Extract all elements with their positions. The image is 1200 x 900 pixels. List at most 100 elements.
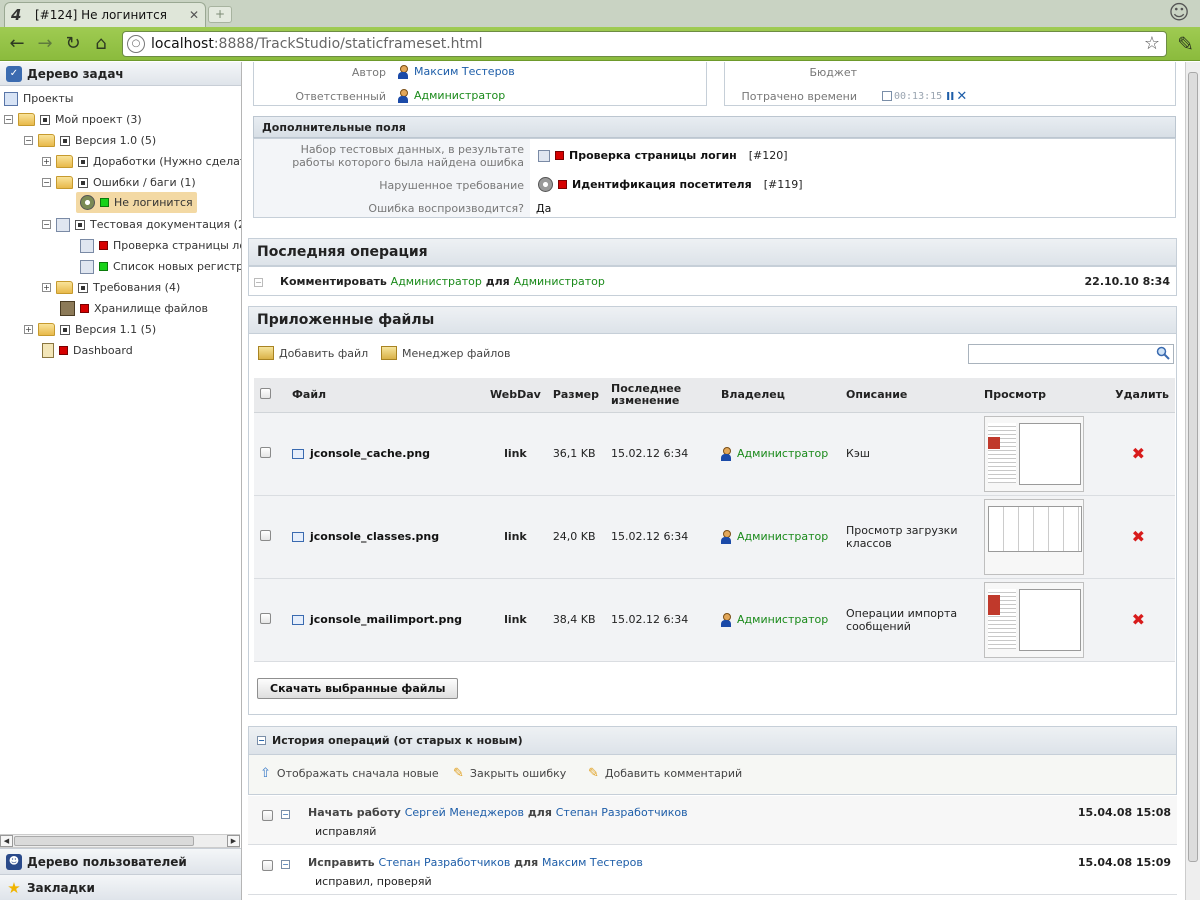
scrollbar-thumb[interactable] [1188,72,1198,862]
history-author-link[interactable]: Степан Разработчиков [378,856,510,869]
collapse-icon[interactable]: − [254,278,263,287]
scroll-right-icon[interactable]: ▶ [227,835,240,847]
timer: 00:13:15 II ✕ [882,89,967,104]
task-tree-header[interactable]: ✓ Дерево задач [0,62,241,86]
browser-tab[interactable]: 4 [#124] Не логинится ✕ [4,2,206,27]
file-owner[interactable]: Администратор [715,578,841,662]
history-target-link[interactable]: Максим Тестеров [542,856,643,869]
tree-item-registrations[interactable]: Список новых регистра [80,256,241,277]
expand-icon[interactable]: + [42,283,51,292]
collapse-icon[interactable]: − [42,178,51,187]
history-item: − Исправить Степан Разработчиков для Мак… [248,846,1177,895]
expand-icon[interactable]: + [42,157,51,166]
home-icon[interactable]: ⌂ [90,33,112,55]
scrollbar-thumb[interactable] [14,836,194,846]
col-size[interactable]: Размер [546,378,606,413]
new-tab-button[interactable]: + [208,6,232,23]
webdav-link[interactable]: link [484,412,547,496]
col-owner[interactable]: Владелец [715,378,841,413]
file-preview-thumbnail[interactable] [984,498,1085,575]
tree-item-projects[interactable]: Проекты [4,88,74,109]
file-preview-thumbnail[interactable] [984,581,1085,658]
tree-item-test-docs[interactable]: − Тестовая документация (2 [42,214,241,235]
webdav-link[interactable]: link [484,578,547,662]
history-target-link[interactable]: Степан Разработчиков [556,806,688,819]
file-name-link[interactable]: jconsole_cache.png [310,447,430,460]
collapse-icon[interactable]: − [281,860,290,869]
tree-item-my-project[interactable]: − Мой проект (3) [4,109,142,130]
test-data-value[interactable]: Проверка страницы логин [#120] [538,149,788,162]
row-checkbox[interactable] [260,446,271,458]
col-description[interactable]: Описание [840,378,979,413]
browser-toolbar: ← → ↻ ⌂ ○ localhost:8888/TrackStudio/sta… [0,27,1200,61]
file-name-link[interactable]: jconsole_mailimport.png [310,613,462,626]
violated-req-value[interactable]: Идентификация посетителя [#119] [538,177,802,192]
file-manager-button[interactable]: Менеджер файлов [381,346,511,360]
history-checkbox[interactable] [262,810,273,821]
file-owner[interactable]: Администратор [715,495,841,579]
pause-icon[interactable]: II [946,90,954,103]
wrench-icon[interactable]: ✎ [1177,32,1194,56]
expand-icon[interactable]: + [24,325,33,334]
file-preview-thumbnail[interactable] [984,415,1085,492]
row-checkbox[interactable] [260,612,271,624]
collapse-icon[interactable]: − [24,136,33,145]
col-webdav[interactable]: WebDav [484,378,547,413]
search-icon[interactable] [1156,346,1170,360]
last-operation-header: Последняя операция [248,238,1177,266]
stop-icon[interactable]: ✕ [956,89,967,104]
collapse-icon[interactable]: − [281,810,290,819]
collapse-icon[interactable]: − [4,115,13,124]
operation-target-link[interactable]: Администратор [514,275,605,288]
close-bug-button[interactable]: ✎ Закрыть ошибку [453,766,566,781]
file-owner[interactable]: Администратор [715,412,841,496]
show-new-first-button[interactable]: ⇧ Отображать сначала новые [260,766,439,781]
tree-item-improvements[interactable]: + Доработки (Нужно сделат [42,151,241,172]
history-author-link[interactable]: Сергей Менеджеров [405,806,524,819]
forward-icon[interactable]: → [34,33,56,55]
select-all-checkbox[interactable] [260,387,271,399]
webdav-link[interactable]: link [484,495,547,579]
tree-item-dashboard[interactable]: Dashboard [42,340,133,361]
responsible-value[interactable]: Администратор [398,89,505,103]
image-file-icon [292,449,304,459]
collapse-icon[interactable]: − [257,736,266,745]
add-comment-button[interactable]: ✎ Добавить комментарий [588,766,742,781]
add-file-button[interactable]: Добавить файл [258,346,368,360]
tree-item-not-login[interactable]: Не логинится [76,192,197,213]
tree-item-login-check[interactable]: Проверка страницы ло [80,235,241,256]
status-red-icon [99,241,108,250]
back-icon[interactable]: ← [6,33,28,55]
delete-icon[interactable]: ✖ [1132,610,1145,629]
scroll-left-icon[interactable]: ◀ [0,835,13,847]
tree-item-version-1-0[interactable]: − Версия 1.0 (5) [24,130,156,151]
incognito-icon: ☺ [1168,0,1190,24]
download-selected-button[interactable]: Скачать выбранные файлы [257,678,459,699]
collapse-icon[interactable]: − [42,220,51,229]
col-file[interactable]: Файл [286,378,484,413]
file-date: 15.02.12 6:34 [605,412,716,496]
close-icon[interactable]: ✕ [189,8,199,22]
reload-icon[interactable]: ↻ [62,33,84,55]
tree-horizontal-scrollbar[interactable]: ◀ ▶ [0,834,240,848]
tree-item-bugs[interactable]: − Ошибки / баги (1) [42,172,196,193]
bookmarks-header[interactable]: ★ Закладки [0,874,241,900]
row-checkbox[interactable] [260,529,271,541]
address-bar[interactable]: ○ localhost:8888/TrackStudio/staticframe… [122,31,1167,57]
delete-icon[interactable]: ✖ [1132,527,1145,546]
file-name-link[interactable]: jconsole_classes.png [310,530,439,543]
col-modified[interactable]: Последнее изменение [605,378,716,413]
users-tree-header[interactable]: ☻ Дерево пользователей [0,848,241,874]
history-header[interactable]: − История операций (от старых к новым) [248,726,1177,755]
delete-icon[interactable]: ✖ [1132,444,1145,463]
file-search-input[interactable] [968,344,1174,364]
tree-item-requirements[interactable]: + Требования (4) [42,277,180,298]
table-row: jconsole_cache.png link 36,1 KB 15.02.12… [254,412,1175,496]
main-vertical-scrollbar[interactable] [1185,62,1200,900]
tree-item-file-storage[interactable]: Хранилище файлов [60,298,208,319]
bookmark-star-icon[interactable]: ☆ [1144,33,1160,54]
operation-author-link[interactable]: Администратор [391,275,482,288]
author-value[interactable]: Максим Тестеров [398,65,515,79]
tree-item-version-1-1[interactable]: + Версия 1.1 (5) [24,319,156,340]
history-checkbox[interactable] [262,860,273,871]
